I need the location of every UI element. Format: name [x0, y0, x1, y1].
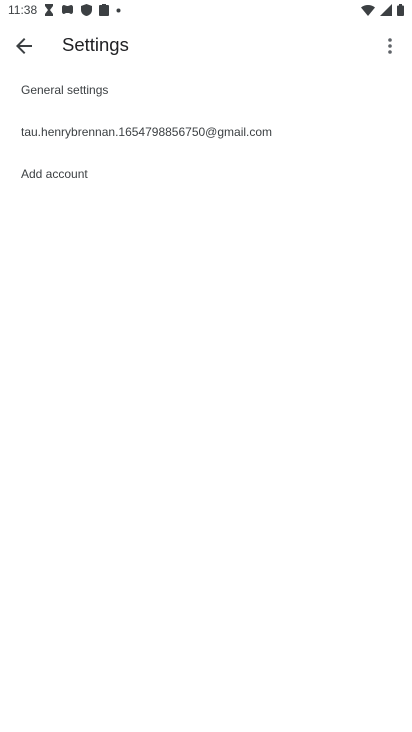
status-bar: 11:38 — [0, 0, 412, 22]
app-bar: Settings — [0, 22, 412, 68]
back-button[interactable] — [9, 31, 39, 61]
add-account-item[interactable]: Add account — [0, 154, 412, 194]
dot-icon — [116, 8, 121, 12]
system-icons — [361, 4, 404, 16]
gamepad-icon — [62, 5, 73, 14]
page-title: Settings — [62, 34, 129, 55]
signal-icon — [380, 4, 392, 16]
shield-icon — [81, 4, 92, 16]
battery-icon — [397, 4, 404, 16]
clipboard-icon — [99, 4, 109, 16]
status-time: 11:38 — [8, 3, 38, 17]
more-options-button[interactable] — [376, 32, 404, 60]
list-item-label: Add account — [21, 167, 88, 181]
notification-icons — [44, 4, 121, 16]
more-vert-icon — [388, 38, 392, 54]
general-settings-item[interactable]: General settings — [0, 70, 412, 110]
account-item[interactable]: tau.henrybrennan.1654798856750@gmail.com — [0, 112, 412, 152]
hourglass-icon — [45, 4, 53, 16]
list-item-label: tau.henrybrennan.1654798856750@gmail.com — [21, 125, 273, 139]
arrow-back-icon — [16, 38, 32, 54]
list-item-label: General settings — [21, 83, 109, 97]
wifi-icon — [361, 5, 375, 16]
